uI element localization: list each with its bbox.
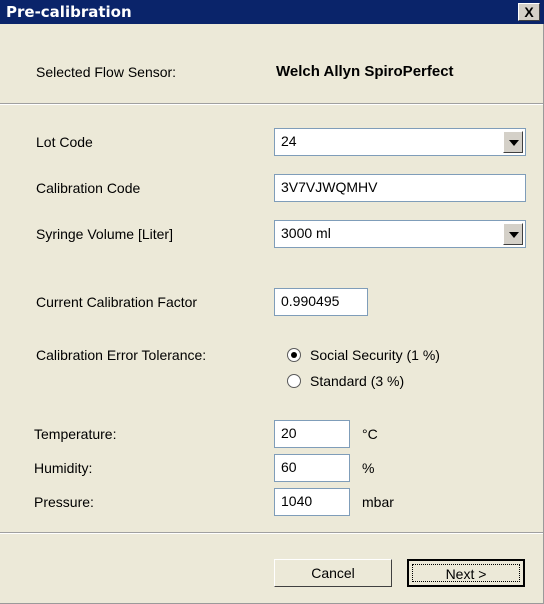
current-factor-value: 0.990495 [281, 293, 340, 309]
lot-code-select[interactable]: 24 [274, 128, 526, 156]
dialog-title: Pre-calibration [6, 3, 132, 21]
current-factor-label: Current Calibration Factor [36, 294, 198, 310]
calibration-code-input[interactable]: 3V7VJWQMHV [274, 174, 526, 202]
next-button[interactable]: Next > [407, 559, 525, 587]
humidity-unit: % [362, 460, 375, 476]
chevron-down-icon[interactable] [503, 131, 523, 153]
lot-code-label: Lot Code [36, 134, 93, 150]
syringe-volume-label: Syringe Volume [Liter] [36, 226, 173, 242]
syringe-volume-value: 3000 ml [281, 225, 331, 241]
radio-standard-label[interactable]: Standard (3 %) [310, 373, 404, 389]
humidity-input[interactable]: 60 [274, 454, 350, 482]
radio-standard[interactable] [287, 374, 301, 388]
temperature-label: Temperature: [34, 426, 117, 442]
pre-calibration-dialog: Pre-calibration X Selected Flow Sensor: … [0, 0, 544, 604]
divider-bottom [0, 532, 543, 534]
tolerance-label: Calibration Error Tolerance: [36, 347, 207, 363]
close-icon: X [524, 4, 534, 20]
next-button-label: Next > [412, 564, 520, 582]
pressure-label: Pressure: [34, 494, 94, 510]
humidity-value: 60 [281, 459, 297, 475]
chevron-down-icon[interactable] [503, 223, 523, 245]
cancel-button[interactable]: Cancel [274, 559, 392, 587]
calibration-code-label: Calibration Code [36, 180, 141, 196]
radio-social-security-label[interactable]: Social Security (1 %) [310, 347, 440, 363]
close-button[interactable]: X [518, 3, 540, 21]
sensor-value: Welch Allyn SpiroPerfect [276, 63, 454, 80]
title-bar: Pre-calibration X [0, 0, 544, 24]
temperature-unit: °C [362, 426, 378, 442]
temperature-input[interactable]: 20 [274, 420, 350, 448]
pressure-input[interactable]: 1040 [274, 488, 350, 516]
current-factor-field: 0.990495 [274, 288, 368, 316]
sensor-label: Selected Flow Sensor: [36, 64, 177, 80]
temperature-value: 20 [281, 425, 297, 441]
divider-top [0, 103, 543, 105]
calibration-code-value: 3V7VJWQMHV [281, 179, 378, 195]
radio-social-security[interactable] [287, 348, 301, 362]
lot-code-value: 24 [281, 133, 297, 149]
pressure-unit: mbar [362, 494, 394, 510]
pressure-value: 1040 [281, 493, 313, 509]
syringe-volume-select[interactable]: 3000 ml [274, 220, 526, 248]
humidity-label: Humidity: [34, 460, 93, 476]
